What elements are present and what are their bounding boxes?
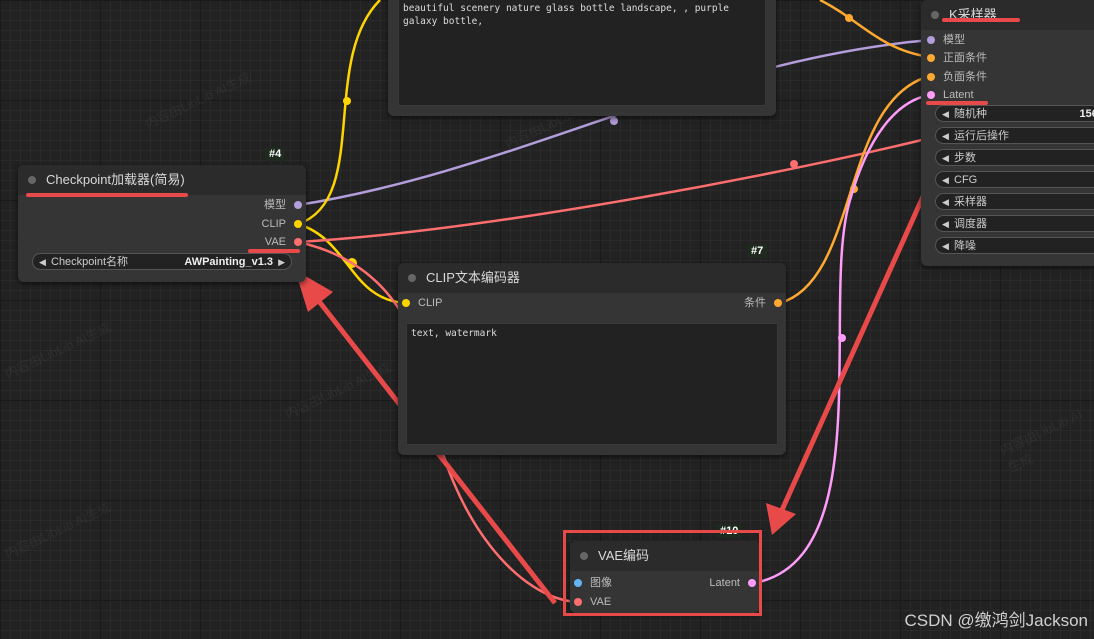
input-clip[interactable]: CLIP xyxy=(402,296,442,310)
widget-label: 降噪 xyxy=(954,240,976,252)
widget-label: Checkpoint名称 xyxy=(51,256,129,268)
widget-label: CFG xyxy=(954,174,978,186)
checkpoint-name-widget[interactable]: ◀ Checkpoint名称 AWPainting_v1.3 ▶ xyxy=(32,253,292,270)
widget-value: 1566 xyxy=(1079,108,1094,120)
slot-label: 负面条件 xyxy=(943,71,987,83)
highlight-box-vae-encode xyxy=(563,530,762,616)
collapse-dot-icon[interactable] xyxy=(931,11,939,19)
output-conditioning[interactable]: 条件 xyxy=(744,296,782,310)
output-clip[interactable]: CLIP xyxy=(262,217,302,231)
arrow-left-icon[interactable]: ◀ xyxy=(942,172,949,189)
arrow-left-icon[interactable]: ◀ xyxy=(942,194,949,211)
slot-label: CLIP xyxy=(261,218,286,230)
ghost-watermark: 内容由LibLib AI生成 xyxy=(142,69,254,132)
input-positive[interactable]: 正面条件 xyxy=(927,51,987,65)
slot-dot[interactable] xyxy=(294,238,302,246)
widget-label: 随机种 xyxy=(954,108,987,120)
output-model[interactable]: 模型 xyxy=(264,198,302,212)
widget-label: 步数 xyxy=(954,152,976,164)
input-negative[interactable]: 负面条件 xyxy=(927,70,987,84)
slot-dot[interactable] xyxy=(402,299,410,307)
slot-dot[interactable] xyxy=(774,299,782,307)
slot-dot[interactable] xyxy=(927,36,935,44)
node-id-badge: #4 xyxy=(265,147,286,161)
widget-cfg[interactable]: ◀ CFG xyxy=(935,171,1094,188)
slot-label: 模型 xyxy=(264,199,286,211)
output-vae[interactable]: VAE xyxy=(265,235,302,249)
widget-label: 采样器 xyxy=(954,196,987,208)
slot-label: 条件 xyxy=(744,297,766,309)
node-title-text: CLIP文本编码器 xyxy=(426,270,520,285)
ghost-watermark: 内容由LibLib AI生成 xyxy=(2,499,114,562)
annotation-arrow-to-vaeencode xyxy=(779,148,947,512)
ghost-watermark: 内容由LibLib AI生成 xyxy=(997,406,1085,476)
ghost-watermark: 内容由LibLib AI生成 xyxy=(282,359,394,422)
prompt-textarea[interactable]: beautiful scenery nature glass bottle la… xyxy=(398,0,766,106)
slot-label: VAE xyxy=(264,236,286,248)
arrow-left-icon[interactable]: ◀ xyxy=(942,216,949,233)
checkpoint-loader-node[interactable]: Checkpoint加载器(简易) 模型 CLIP VAE ◀ Checkpoi… xyxy=(18,165,306,282)
arrow-left-icon[interactable]: ◀ xyxy=(942,106,949,123)
top-text-node[interactable]: beautiful scenery nature glass bottle la… xyxy=(388,0,776,116)
wire-conditioning-negative xyxy=(779,74,931,305)
widget-value: AWPainting_v1.3 xyxy=(184,256,273,268)
ghost-watermark: 内容由LibLib AI生成 xyxy=(2,319,114,382)
input-model[interactable]: 模型 xyxy=(927,33,965,47)
underline-ksampler-title xyxy=(942,18,1020,22)
widget-after-run[interactable]: ◀ 运行后操作 xyxy=(935,127,1094,144)
wire-clip-to-clipnode xyxy=(297,222,407,305)
slot-label: Latent xyxy=(943,89,974,101)
widget-sampler[interactable]: ◀ 采样器 xyxy=(935,193,1094,210)
arrow-left-icon[interactable]: ◀ xyxy=(942,150,949,167)
slot-label: CLIP xyxy=(418,297,443,309)
slot-dot[interactable] xyxy=(294,201,302,209)
arrow-left-icon[interactable]: ◀ xyxy=(942,128,949,145)
arrow-left-icon[interactable]: ◀ xyxy=(942,238,949,255)
widget-label: 调度器 xyxy=(954,218,987,230)
slot-dot[interactable] xyxy=(927,73,935,81)
node-title[interactable]: Checkpoint加载器(简易) xyxy=(18,165,306,195)
ksampler-node[interactable]: K采样器 模型 正面条件 负面条件 Latent ◀ 随机种 1566 ◀ 运行… xyxy=(921,0,1094,266)
slot-dot[interactable] xyxy=(927,91,935,99)
annotation-arrowhead-vaeencode xyxy=(766,503,796,535)
collapse-dot-icon[interactable] xyxy=(28,176,36,184)
widget-seed[interactable]: ◀ 随机种 1566 xyxy=(935,105,1094,122)
node-id-badge: #7 xyxy=(747,244,768,258)
underline-checkpoint-title xyxy=(26,193,188,197)
widget-denoise[interactable]: ◀ 降噪 xyxy=(935,237,1094,254)
underline-latent-input xyxy=(926,101,988,105)
arrow-right-icon[interactable]: ▶ xyxy=(278,254,285,271)
collapse-dot-icon[interactable] xyxy=(408,274,416,282)
slot-label: 正面条件 xyxy=(943,52,987,64)
clip-text-encoder-node[interactable]: CLIP文本编码器 CLIP 条件 text, watermark xyxy=(398,263,786,455)
slot-label: 模型 xyxy=(943,34,965,46)
slot-dot[interactable] xyxy=(927,54,935,62)
node-title[interactable]: CLIP文本编码器 xyxy=(398,263,786,293)
wire-vae-right xyxy=(297,136,931,244)
clip-text-textarea[interactable]: text, watermark xyxy=(406,323,778,445)
wire-conditioning-top xyxy=(819,0,931,59)
node-title-text: Checkpoint加载器(简易) xyxy=(46,172,185,187)
widget-steps[interactable]: ◀ 步数 xyxy=(935,149,1094,166)
slot-dot[interactable] xyxy=(294,220,302,228)
widget-label: 运行后操作 xyxy=(954,130,1009,142)
underline-vae-output xyxy=(248,249,300,253)
arrow-left-icon[interactable]: ◀ xyxy=(39,254,46,271)
wire-clip-to-top xyxy=(297,0,381,226)
input-latent[interactable]: Latent xyxy=(927,88,974,102)
widget-scheduler[interactable]: ◀ 调度器 xyxy=(935,215,1094,232)
node-title[interactable]: K采样器 xyxy=(921,0,1094,30)
csdn-watermark: CSDN @缴鸿剑Jackson xyxy=(904,611,1088,630)
